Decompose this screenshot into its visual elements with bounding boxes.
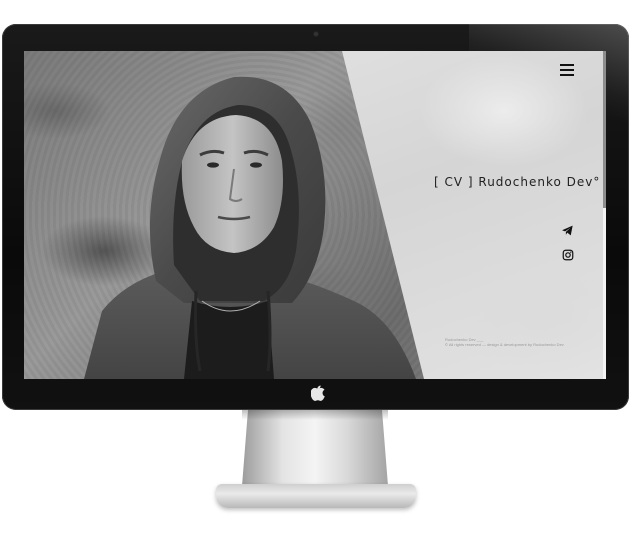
camera-dot bbox=[314, 32, 318, 36]
scrollbar-thumb[interactable] bbox=[603, 51, 606, 208]
footer-line-2: © All rights reserved — design & develop… bbox=[445, 342, 564, 347]
monitor-mockup: [ CV ] Rudochenko Dev° Rudochenko Dev __… bbox=[0, 0, 631, 534]
hooded-man-portrait bbox=[84, 76, 416, 379]
footer-credits: Rudochenko Dev ___ © All rights reserved… bbox=[445, 337, 595, 347]
site-title[interactable]: [ CV ] Rudochenko Dev° bbox=[434, 175, 600, 189]
monitor-stand-neck bbox=[242, 410, 388, 486]
screen: [ CV ] Rudochenko Dev° Rudochenko Dev __… bbox=[24, 51, 606, 379]
apple-logo-icon bbox=[311, 385, 325, 401]
hamburger-menu-icon[interactable] bbox=[560, 64, 574, 76]
monitor-stand-base bbox=[216, 484, 416, 508]
instagram-icon[interactable] bbox=[562, 249, 574, 261]
stand-shadow bbox=[242, 410, 388, 420]
telegram-icon[interactable] bbox=[561, 224, 574, 237]
